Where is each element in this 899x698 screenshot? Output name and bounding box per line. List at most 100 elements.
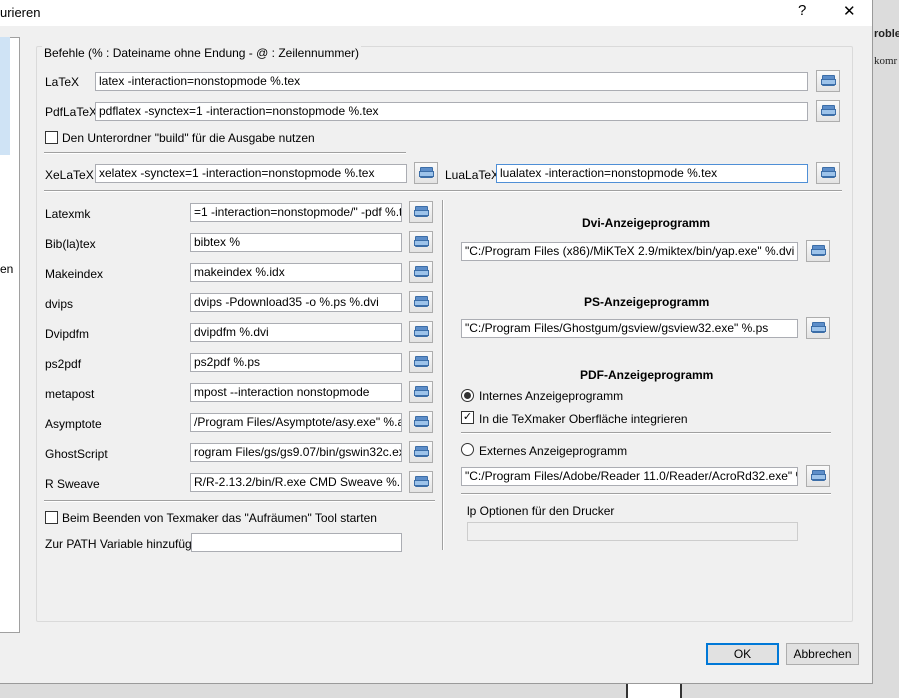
folder-icon <box>821 167 836 178</box>
folder-icon <box>414 266 429 277</box>
column-divider <box>442 200 444 550</box>
external-viewer-radio[interactable] <box>461 443 474 456</box>
folder-icon <box>414 236 429 247</box>
xelatex-command-input[interactable]: xelatex -synctex=1 -interaction=nonstopm… <box>95 164 407 183</box>
makeindex-browse-button[interactable] <box>409 261 433 283</box>
latexmk-browse-button[interactable] <box>409 201 433 223</box>
close-button[interactable]: ✕ <box>843 2 856 20</box>
latex-command-input[interactable]: latex -interaction=nonstopmode %.tex <box>95 72 808 91</box>
folder-icon <box>414 356 429 367</box>
lualatex-command-input[interactable]: lualatex -interaction=nonstopmode %.tex <box>496 164 808 183</box>
dvi-browse-button[interactable] <box>806 240 830 262</box>
background-text: komr <box>874 55 898 67</box>
background-text: roble <box>874 28 899 40</box>
cleanup-label: Beim Beenden von Texmaker das "Aufräumen… <box>62 511 377 525</box>
metapost-command-input[interactable]: mpost --interaction nonstopmode <box>190 383 402 402</box>
path-label: Zur PATH Variable hinzufügen <box>45 537 206 551</box>
internal-viewer-label: Internes Anzeigeprogramm <box>479 389 624 403</box>
path-input[interactable] <box>191 533 402 552</box>
tool-label: R Sweave <box>45 477 100 491</box>
internal-viewer-radio[interactable] <box>461 389 474 402</box>
pdflatex-command-input[interactable]: pdflatex -synctex=1 -interaction=nonstop… <box>95 102 808 121</box>
asymptote-command-input[interactable]: /Program Files/Asymptote/asy.exe" %.asy <box>190 413 402 432</box>
folder-icon <box>414 446 429 457</box>
help-button[interactable]: ? <box>798 2 806 19</box>
tool-label: metapost <box>45 387 95 401</box>
folder-icon <box>811 245 826 256</box>
ps-viewer-input[interactable]: "C:/Program Files/Ghostgum/gsview/gsview… <box>461 319 798 338</box>
folder-icon <box>811 322 826 333</box>
folder-icon <box>414 296 429 307</box>
checkmark-icon: ✓ <box>462 411 473 423</box>
folder-icon <box>811 470 826 481</box>
latexmk-command-input[interactable]: =1 -interaction=nonstopmode/" -pdf %.tex <box>190 203 402 222</box>
ps-viewer-heading: PS-Anzeigeprogramm <box>584 295 710 309</box>
dvi-viewer-input[interactable]: "C:/Program Files (x86)/MiKTeX 2.9/mikte… <box>461 242 798 261</box>
build-subdir-label: Den Unterordner "build" für die Ausgabe … <box>62 131 315 145</box>
rsweave-command-input[interactable]: R/R-2.13.2/bin/R.exe CMD Sweave %.Rnw <box>190 473 402 492</box>
divider <box>44 190 842 192</box>
integrate-checkbox[interactable]: ✓ <box>461 411 474 424</box>
pdflatex-browse-button[interactable] <box>816 100 840 122</box>
divider <box>461 493 831 495</box>
bibtex-command-input[interactable]: bibtex % <box>190 233 402 252</box>
tool-label: Makeindex <box>45 267 104 281</box>
ps2pdf-browse-button[interactable] <box>409 351 433 373</box>
ghostscript-browse-button[interactable] <box>409 441 433 463</box>
divider <box>44 500 435 502</box>
ps2pdf-command-input[interactable]: ps2pdf %.ps <box>190 353 402 372</box>
folder-icon <box>414 326 429 337</box>
rsweave-browse-button[interactable] <box>409 471 433 493</box>
asymptote-browse-button[interactable] <box>409 411 433 433</box>
settings-page-selected[interactable] <box>0 37 10 155</box>
folder-icon <box>419 167 434 178</box>
xelatex-browse-button[interactable] <box>414 162 438 184</box>
pdflatex-label: PdfLaTeX <box>45 105 98 119</box>
makeindex-command-input[interactable]: makeindex %.idx <box>190 263 402 282</box>
dvips-browse-button[interactable] <box>409 291 433 313</box>
configure-dialog: urieren ? ✕ en Befehle (% : Dateiname oh… <box>0 0 873 684</box>
integrate-label: In die TeXmaker Oberfläche integrieren <box>479 412 688 426</box>
folder-icon <box>414 206 429 217</box>
tool-label: Dvipdfm <box>45 327 90 341</box>
metapost-browse-button[interactable] <box>409 381 433 403</box>
tool-label: dvips <box>45 297 74 311</box>
folder-icon <box>821 75 836 86</box>
latex-label: LaTeX <box>45 75 80 89</box>
latex-browse-button[interactable] <box>816 70 840 92</box>
dvi-viewer-heading: Dvi-Anzeigeprogramm <box>582 216 711 230</box>
external-viewer-label: Externes Anzeigeprogramm <box>479 444 628 458</box>
folder-icon <box>414 386 429 397</box>
folder-icon <box>414 476 429 487</box>
build-subdir-checkbox[interactable] <box>45 131 58 144</box>
lualatex-browse-button[interactable] <box>816 162 840 184</box>
tool-label: ps2pdf <box>45 357 82 371</box>
divider <box>44 152 406 154</box>
dvipdfm-browse-button[interactable] <box>409 321 433 343</box>
cleanup-checkbox[interactable] <box>45 511 58 524</box>
ps-browse-button[interactable] <box>806 317 830 339</box>
tool-label: Latexmk <box>45 207 91 221</box>
pdf-browse-button[interactable] <box>806 465 830 487</box>
printer-options-input[interactable] <box>467 522 798 541</box>
background-window-edge <box>626 684 682 698</box>
cancel-button[interactable]: Abbrechen <box>786 643 859 665</box>
ok-button[interactable]: OK <box>706 643 779 665</box>
title-bar: urieren ? ✕ <box>0 0 872 26</box>
tool-label: Asymptote <box>45 417 102 431</box>
printer-options-label: lp Optionen für den Drucker <box>467 504 615 518</box>
ghostscript-command-input[interactable]: rogram Files/gs/gs9.07/bin/gswin32c.exe" <box>190 443 402 462</box>
commands-group-caption: Befehle (% : Dateiname ohne Endung - @ :… <box>42 46 362 60</box>
pdf-viewer-input[interactable]: "C:/Program Files/Adobe/Reader 11.0/Read… <box>461 467 798 486</box>
window-title: urieren <box>0 5 41 20</box>
dvipdfm-command-input[interactable]: dvipdfm %.dvi <box>190 323 402 342</box>
bibtex-browse-button[interactable] <box>409 231 433 253</box>
dvips-command-input[interactable]: dvips -Pdownload35 -o %.ps %.dvi <box>190 293 402 312</box>
settings-page-label[interactable]: en <box>0 262 13 276</box>
folder-icon <box>414 416 429 427</box>
xelatex-label: XeLaTeX <box>45 168 94 182</box>
tool-label: Bib(la)tex <box>45 237 96 251</box>
tool-label: GhostScript <box>45 447 108 461</box>
pdf-viewer-heading: PDF-Anzeigeprogramm <box>580 368 714 382</box>
lualatex-label: LuaLaTeX <box>445 168 500 182</box>
